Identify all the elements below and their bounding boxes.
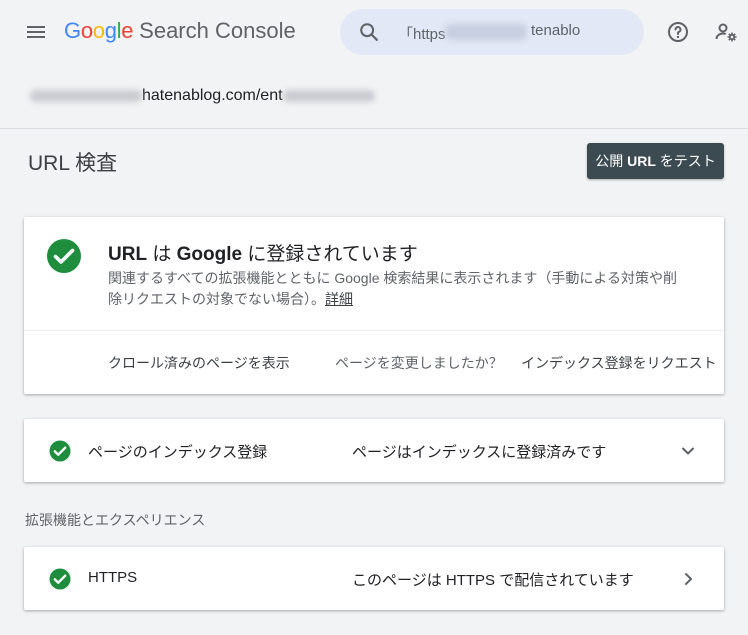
status-description: 関連するすべての拡張機能とともに Google 検索結果に表示されます（手動によ… xyxy=(108,268,688,310)
search-icon[interactable] xyxy=(358,21,380,43)
section-heading: 拡張機能とエクスペリエンス xyxy=(25,512,206,528)
page-changed-prompt: ページを変更しましたか？ xyxy=(335,355,503,371)
test-button-prefix: 公開 xyxy=(595,153,628,169)
heading-google: Google xyxy=(176,244,243,265)
page-title: URL 検査 xyxy=(28,152,118,175)
redacted-text xyxy=(282,89,375,102)
details-link[interactable]: 詳細 xyxy=(325,291,353,307)
row-label: HTTPS xyxy=(88,569,138,586)
heading-part: に登録されています xyxy=(242,244,418,265)
https-row[interactable]: HTTPS このページは HTTPS で配信されています xyxy=(24,547,724,610)
check-circle-icon xyxy=(47,239,81,273)
account-settings-icon[interactable] xyxy=(714,20,738,44)
row-status: このページは HTTPS で配信されています xyxy=(352,572,634,589)
inspected-url-bar: hatenablog.com/ent xyxy=(0,72,748,129)
help-icon[interactable] xyxy=(666,20,690,44)
inspected-url: hatenablog.com/ent xyxy=(30,87,375,105)
redacted-text xyxy=(445,24,527,40)
url-status-card: URL は Google に登録されています 関連するすべての拡張機能とともに … xyxy=(24,217,724,394)
chevron-down-icon[interactable] xyxy=(676,439,700,463)
google-wordmark: Google xyxy=(64,18,134,43)
product-logo[interactable]: Google Search Console xyxy=(64,18,296,44)
hamburger-menu-icon[interactable] xyxy=(24,20,48,44)
request-indexing-link[interactable]: インデックス登録をリクエスト xyxy=(521,353,717,373)
check-circle-icon xyxy=(49,440,71,462)
redacted-text xyxy=(30,89,142,102)
test-button-bold: URL xyxy=(627,153,656,169)
check-circle-icon xyxy=(49,568,71,590)
test-live-url-button[interactable]: 公開 URL をテスト xyxy=(587,143,724,179)
status-heading: URL は Google に登録されています xyxy=(108,239,418,266)
inspected-url-visible: hatenablog.com/ent xyxy=(142,87,283,104)
search-input-tail: tenablo xyxy=(531,22,581,39)
chevron-right-icon[interactable] xyxy=(676,567,700,591)
inspect-url-search[interactable]: tenablo xyxy=(340,9,644,55)
divider xyxy=(24,330,724,331)
page-indexing-row[interactable]: ページのインデックス登録 ページはインデックスに登録済みです xyxy=(24,419,724,482)
heading-url: URL xyxy=(108,244,148,265)
heading-part: は xyxy=(147,244,177,265)
test-button-suffix: をテスト xyxy=(655,153,716,169)
row-status: ページはインデックスに登録済みです xyxy=(352,444,607,461)
product-name: Search Console xyxy=(139,18,296,43)
view-crawled-page-link[interactable]: クロール済みのページを表示 xyxy=(108,353,290,373)
top-app-bar: GoogleSearch Console tenablo xyxy=(0,0,748,64)
row-label: ページのインデックス登録 xyxy=(88,444,268,461)
status-description-text: 関連するすべての拡張機能とともに Google 検索結果に表示されます（手動によ… xyxy=(108,270,677,307)
